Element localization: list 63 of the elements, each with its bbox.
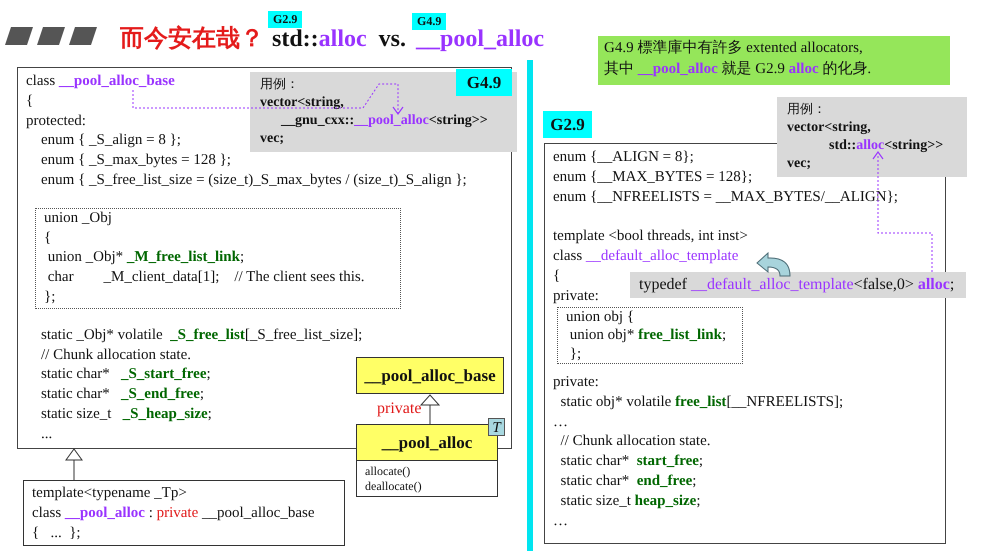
inheritance-arrow [420, 394, 440, 424]
note-text: 其中 __pool_alloc 就是 G2.9 alloc 的化身. [604, 60, 872, 79]
code-line: char _M_client_data[1]; // The client sees this. [46, 268, 364, 288]
code-line: static size_t heap_size; [560, 492, 700, 511]
version-badge: G4.9 [412, 13, 446, 30]
code-line: … [553, 412, 568, 432]
code-line: union _Obj [44, 208, 112, 228]
code-line: class __pool_alloc : private __pool_alloc_base [32, 504, 314, 523]
code-line: private: [553, 286, 599, 306]
code-line: vec; [260, 130, 284, 148]
code-line: static size_t _S_heap_size; [40, 404, 212, 424]
stripes-icon [5, 27, 97, 45]
code-line: enum {__NFREELISTS = __MAX_BYTES/__ALIGN}; [553, 188, 898, 207]
version-badge: G4.9 [456, 69, 512, 96]
code-line: }; [44, 288, 56, 307]
code-line: vec; [787, 155, 812, 173]
code-line: std::alloc<string>> [828, 137, 944, 155]
code-line: // Chunk allocation state. [560, 432, 710, 452]
title-code: std::alloc [272, 26, 367, 53]
code-line: protected: [26, 112, 86, 131]
code-line: { [44, 228, 52, 248]
version-badge: G2.9 [268, 11, 302, 28]
code-line: static char* end_free; [560, 472, 696, 492]
code-line: class __default_alloc_template [553, 247, 738, 266]
slide-title: 而今安在哉？ [120, 23, 264, 54]
code-line: template <bool threads, int inst> [553, 227, 748, 246]
code-line: }; [568, 344, 582, 364]
code-line: vector<string, [787, 119, 871, 137]
code-line: static char* start_free; [560, 452, 704, 472]
code-line: { [553, 266, 560, 286]
code-line: enum { _S_free_list_size = (size_t)_S_max_bytes / (size_t)_S_align }; [40, 170, 467, 190]
code-line: … [553, 512, 568, 531]
version-badge: G2.9 [543, 111, 592, 138]
code-line: { [26, 92, 34, 111]
curved-arrow-icon [756, 252, 790, 276]
typedef-callout: typedef __default_alloc_template<false,0> alloc; [630, 272, 966, 298]
code-line: template<typename _Tp> [32, 484, 187, 503]
code-line: union _Obj* _M_free_list_link; [46, 248, 244, 268]
code-line: static char* _S_start_free; [40, 365, 211, 384]
code-line: static obj* volatile free_list[__NFREELISTS]; [560, 392, 844, 412]
code-line: private: [553, 373, 599, 392]
code-line: enum {__ALIGN = 8}; [553, 148, 694, 167]
method-name: allocate() [365, 464, 412, 479]
code-line: enum { _S_max_bytes = 128 }; [40, 151, 231, 170]
code-line: { ... }; [32, 524, 81, 543]
code-line: __gnu_cxx::__pool_alloc<string>> [280, 112, 488, 130]
code-line: static char* _S_end_free; [40, 385, 204, 404]
note-text: G4.9 標準庫中有許多 extented allocators, [604, 38, 863, 58]
code-line: class __pool_alloc_base [26, 72, 175, 91]
relation-label: private [377, 400, 422, 418]
class-box: __pool_alloc_base [356, 357, 504, 394]
code-line: // Chunk allocation state. [40, 346, 191, 365]
title-vs: vs. [378, 26, 406, 53]
usage-label: 用例： [260, 76, 299, 94]
code-line: ... [40, 424, 52, 444]
code-line: union obj { [566, 308, 634, 326]
usage-label: 用例： [787, 101, 826, 119]
code-line: enum {__MAX_BYTES = 128}; [553, 168, 752, 187]
code-line: union obj* free_list_link; [568, 326, 726, 345]
code-line: static _Obj* volatile _S_free_list[_S_free_list_size]; [40, 326, 362, 345]
method-name: deallocate() [365, 479, 423, 494]
code-line: vector<string, [260, 94, 344, 112]
code-line: enum { _S_align = 8 }; [40, 131, 181, 150]
